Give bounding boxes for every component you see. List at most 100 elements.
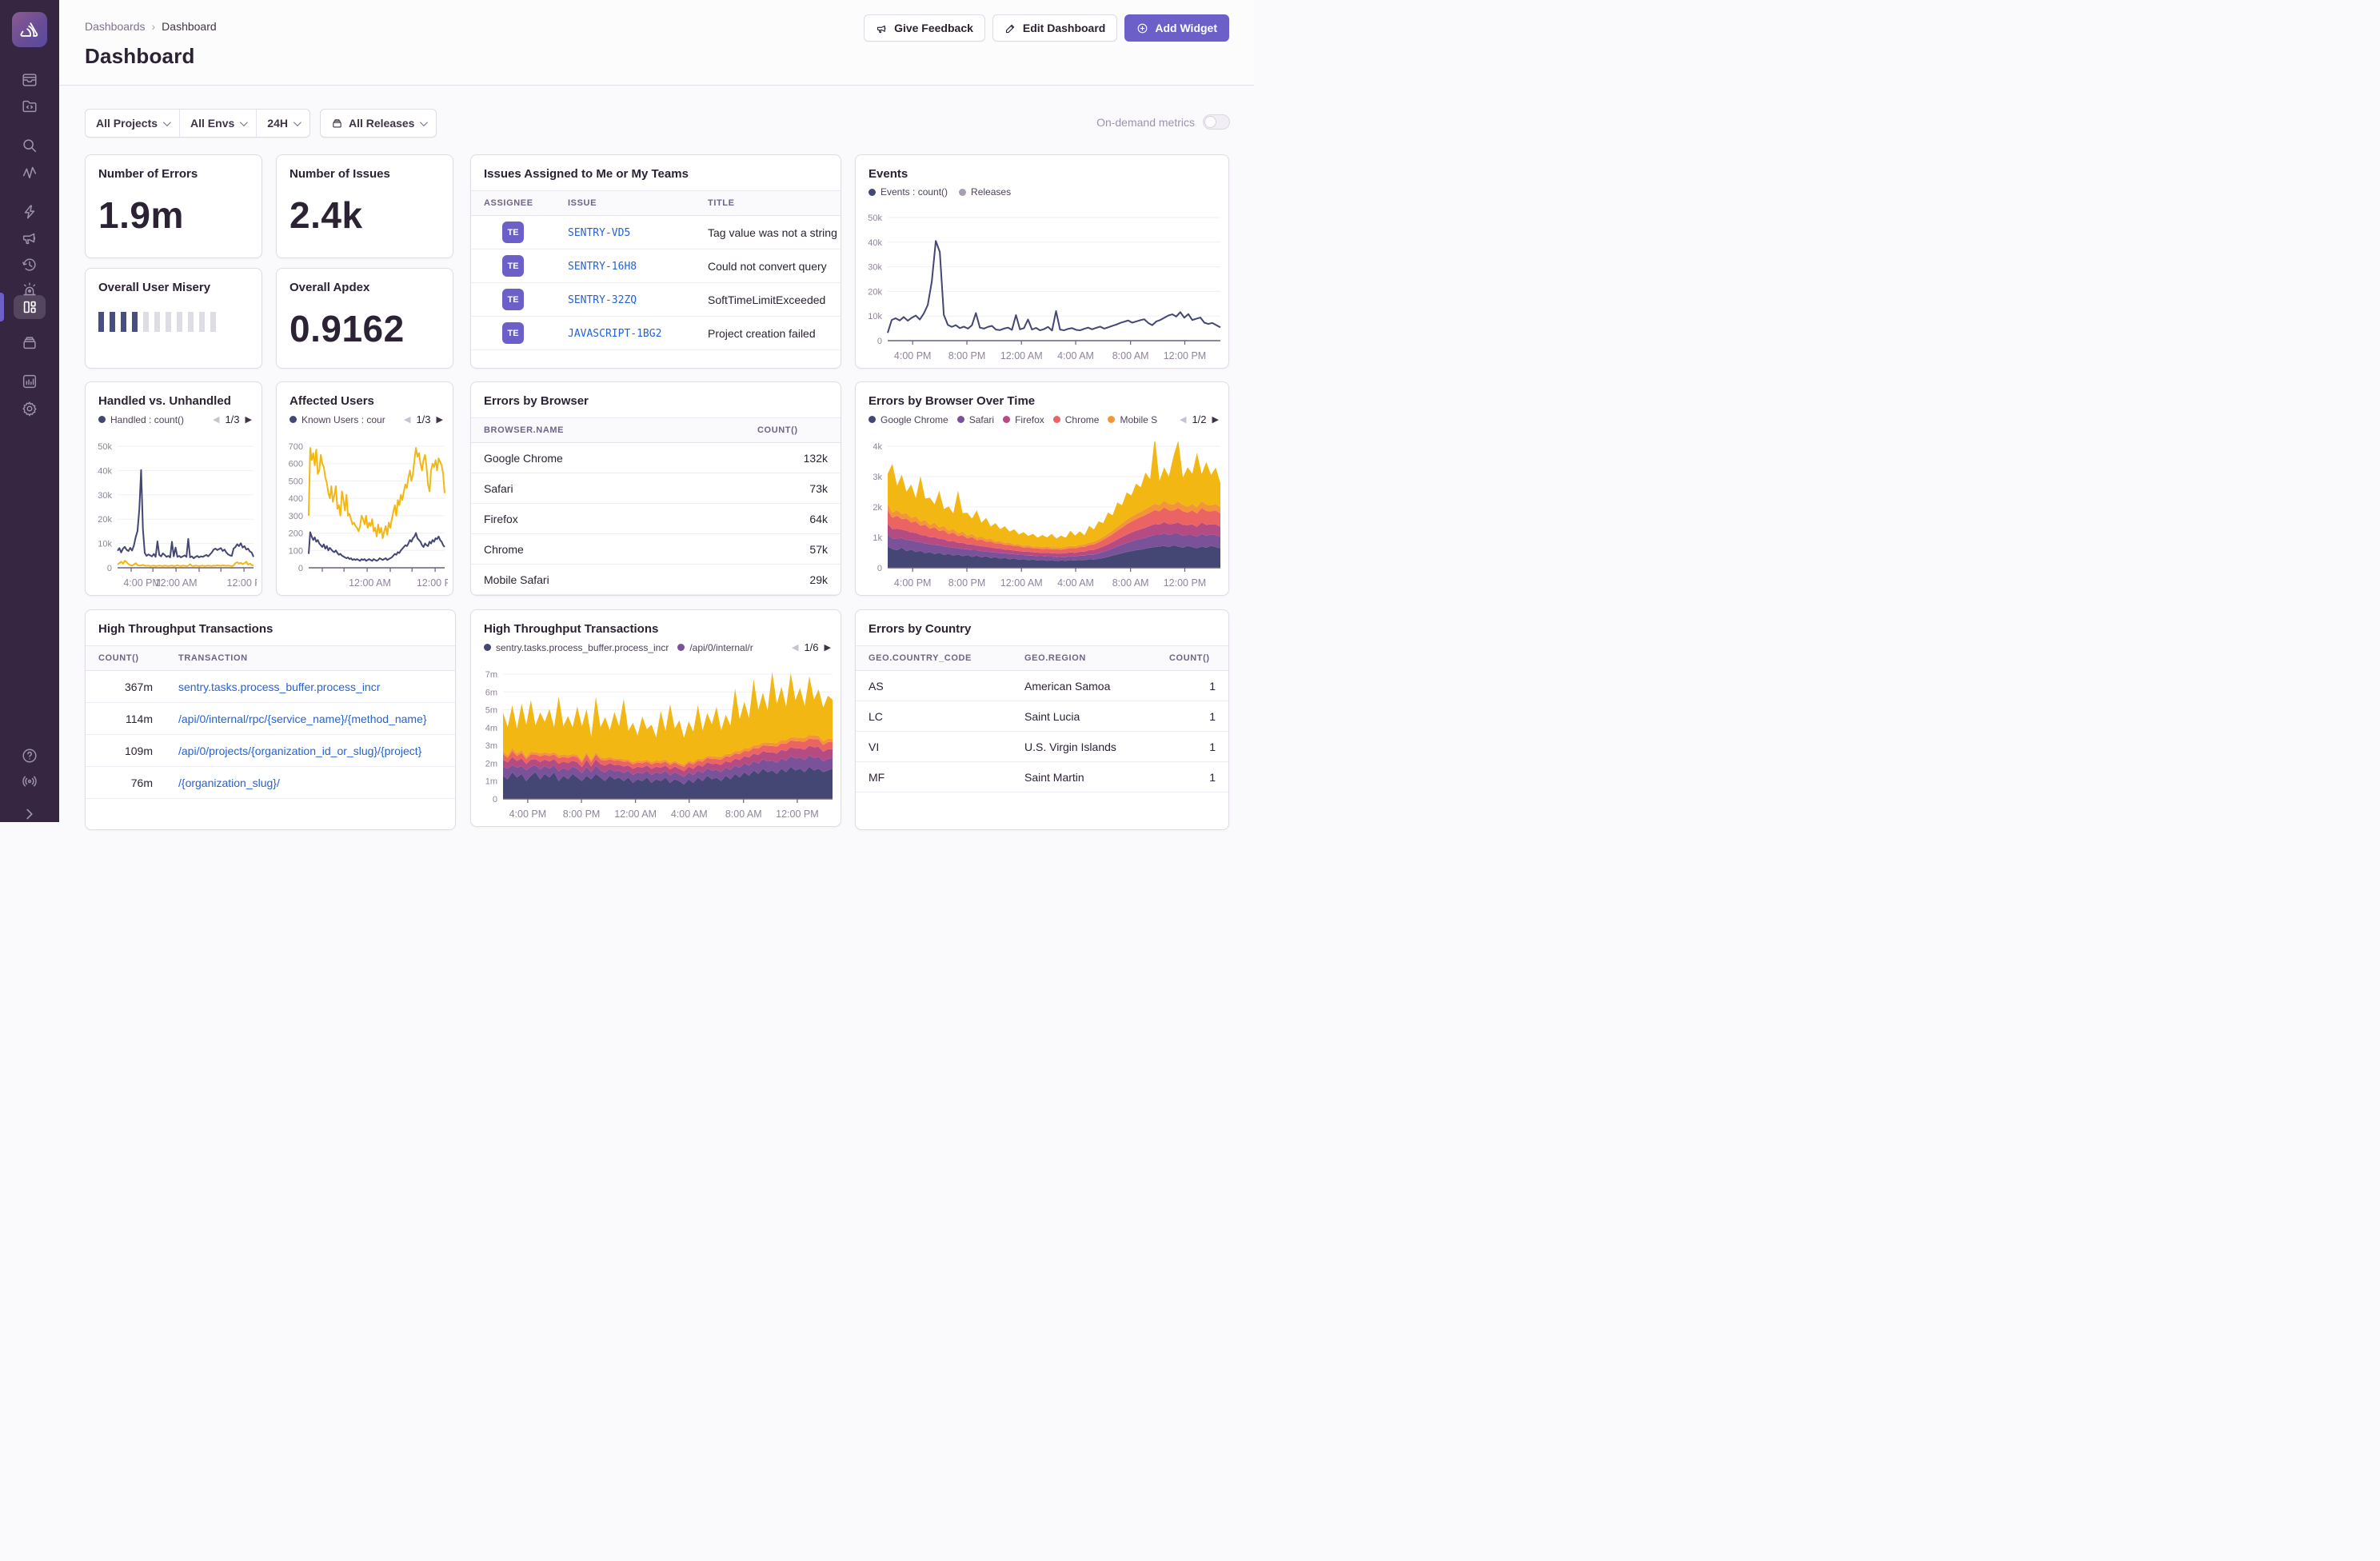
sidebar xyxy=(0,0,59,822)
release-filter[interactable]: All Releases xyxy=(321,110,437,137)
transaction-link[interactable]: /api/0/projects/{organization_id_or_slug… xyxy=(178,745,421,757)
legend-item[interactable]: Firefox xyxy=(1003,414,1044,425)
issue-link[interactable]: JAVASCRIPT-1BG2 xyxy=(568,328,661,340)
svg-text:12:00 AM: 12:00 AM xyxy=(614,808,657,820)
transaction-link[interactable]: /{organization_slug}/ xyxy=(178,777,280,789)
country-code: VI xyxy=(869,741,879,753)
sidebar-item-stats[interactable] xyxy=(21,373,38,390)
sidebar-item-issues[interactable] xyxy=(21,71,38,89)
transaction-link[interactable]: /api/0/internal/rpc/{service_name}/{meth… xyxy=(178,713,427,725)
assignee-avatar[interactable]: TE xyxy=(502,322,524,344)
chevron-down-icon xyxy=(163,118,171,126)
high-throughput-chart[interactable]: 01m2m3m4m5m6m7m4:00 PM8:00 PM12:00 AM4:0… xyxy=(474,669,836,823)
environment-filter[interactable]: All Envs xyxy=(179,110,256,137)
sidebar-item-metrics[interactable] xyxy=(21,163,38,181)
widget-title: Issues Assigned to Me or My Teams xyxy=(471,155,841,181)
legend-item[interactable]: Mobile S xyxy=(1108,414,1157,425)
column-header-count[interactable]: COUNT() xyxy=(745,418,841,443)
project-filter[interactable]: All Projects xyxy=(86,110,179,137)
next-page-arrow[interactable]: ▶ xyxy=(1212,414,1219,425)
prev-page-arrow[interactable]: ◀ xyxy=(213,414,219,425)
issue-link[interactable]: SENTRY-VD5 xyxy=(568,227,630,239)
legend-item[interactable]: Google Chrome xyxy=(869,414,948,425)
legend-item[interactable]: Known Users : cour xyxy=(290,414,385,425)
issue-link[interactable]: SENTRY-16H8 xyxy=(568,261,637,273)
affected-users-chart[interactable]: 010020030040050060070012:00 AM12:00 P xyxy=(280,441,448,592)
table-row: TE SENTRY-16H8 Could not convert query xyxy=(471,250,841,283)
legend-item[interactable]: Events : count() xyxy=(869,186,948,198)
widget-title: Number of Issues xyxy=(277,155,453,181)
sidebar-item-projects[interactable] xyxy=(21,98,38,115)
table-row: Google Chrome 132k xyxy=(471,443,841,473)
table-row: TE SENTRY-32ZQ SoftTimeLimitExceeded xyxy=(471,283,841,317)
events-chart[interactable]: 010k20k30k40k50k4:00 PM8:00 PM12:00 AM4:… xyxy=(859,213,1224,365)
column-header-title[interactable]: Title xyxy=(695,191,841,216)
sidebar-item-feedback[interactable] xyxy=(21,230,38,247)
svg-text:7m: 7m xyxy=(485,670,497,680)
apdex-value: 0.9162 xyxy=(277,294,453,350)
edit-dashboard-button[interactable]: Edit Dashboard xyxy=(992,14,1117,42)
misery-bar xyxy=(143,312,149,332)
sidebar-item-settings[interactable] xyxy=(21,400,38,417)
legend-item[interactable]: sentry.tasks.process_buffer.process_incr xyxy=(484,642,669,653)
column-header-issue[interactable]: Issue xyxy=(555,191,695,216)
browser-name: Google Chrome xyxy=(484,452,563,465)
column-header-count[interactable]: COUNT() xyxy=(1156,646,1228,671)
legend-item[interactable]: Chrome xyxy=(1053,414,1100,425)
legend-item[interactable]: Handled : count() xyxy=(98,414,184,425)
column-header-count[interactable]: COUNT() xyxy=(86,646,166,671)
assignee-avatar[interactable]: TE xyxy=(502,222,524,243)
prev-page-arrow[interactable]: ◀ xyxy=(792,642,798,653)
sidebar-item-search[interactable] xyxy=(21,137,38,154)
handled-chart[interactable]: 010k20k30k40k50k4:00 PM12:00 AM12:00 P xyxy=(89,441,257,592)
next-page-arrow[interactable]: ▶ xyxy=(825,642,831,653)
breadcrumb-dashboards[interactable]: Dashboards xyxy=(85,20,146,33)
ondemand-metrics-toggle[interactable] xyxy=(1203,114,1230,130)
sidebar-item-help[interactable] xyxy=(21,747,38,765)
sidebar-item-releases[interactable] xyxy=(21,334,38,352)
sidebar-item-performance[interactable] xyxy=(21,203,38,221)
next-page-arrow[interactable]: ▶ xyxy=(246,414,252,425)
legend-item[interactable]: /api/0/internal/r xyxy=(677,642,753,653)
column-header-region[interactable]: GEO.REGION xyxy=(1012,646,1156,671)
svg-text:12:00 P: 12:00 P xyxy=(417,577,448,589)
next-page-arrow[interactable]: ▶ xyxy=(437,414,443,425)
svg-text:4:00 AM: 4:00 AM xyxy=(1057,350,1094,361)
issue-title: Project creation failed xyxy=(708,327,816,340)
column-header-browser-name[interactable]: BROWSER.NAME xyxy=(471,418,745,443)
column-header-country-code[interactable]: GEO.COUNTRY_CODE xyxy=(856,646,1012,671)
transaction-link[interactable]: sentry.tasks.process_buffer.process_incr xyxy=(178,681,380,693)
add-widget-button[interactable]: Add Widget xyxy=(1124,14,1229,42)
sentry-logo[interactable] xyxy=(12,12,47,47)
column-header-transaction[interactable]: TRANSACTION xyxy=(166,646,455,671)
breadcrumb-separator: › xyxy=(152,20,156,33)
prev-page-arrow[interactable]: ◀ xyxy=(1180,414,1186,425)
legend-pagination: ◀ 1/3 ▶ xyxy=(213,413,252,425)
table-row: TE SENTRY-VD5 Tag value was not a string xyxy=(471,216,841,250)
misery-bar xyxy=(121,312,126,332)
sidebar-item-replays[interactable] xyxy=(21,256,38,273)
svg-text:12:00 P: 12:00 P xyxy=(227,577,257,589)
sidebar-item-dashboards[interactable] xyxy=(21,298,38,316)
widget-title: Handled vs. Unhandled xyxy=(86,382,262,408)
page-title: Dashboard xyxy=(85,44,195,69)
plus-circle-icon xyxy=(1136,22,1148,34)
legend-item[interactable]: Safari xyxy=(957,414,994,425)
legend-item[interactable]: Releases xyxy=(959,186,1011,198)
svg-text:12:00 AM: 12:00 AM xyxy=(349,577,391,589)
issue-link[interactable]: SENTRY-32ZQ xyxy=(568,294,637,306)
table-row: Firefox 64k xyxy=(471,504,841,534)
give-feedback-button[interactable]: Give Feedback xyxy=(864,14,985,42)
table-row: Safari 73k xyxy=(471,473,841,504)
prev-page-arrow[interactable]: ◀ xyxy=(404,414,410,425)
assignee-avatar[interactable]: TE xyxy=(502,289,524,310)
time-range-filter[interactable]: 24H xyxy=(256,110,309,137)
country-count: 1 xyxy=(1209,680,1216,693)
sidebar-item-whats-new[interactable] xyxy=(21,773,38,790)
column-header-assignee[interactable]: Assignee xyxy=(471,191,555,216)
sidebar-collapse-chevron[interactable] xyxy=(21,805,38,823)
svg-text:4m: 4m xyxy=(485,724,497,733)
assignee-avatar[interactable]: TE xyxy=(502,255,524,277)
errors-over-time-chart[interactable]: 01k2k3k4k4:00 PM8:00 PM12:00 AM4:00 AM8:… xyxy=(859,441,1224,592)
chevron-down-icon xyxy=(240,118,248,126)
